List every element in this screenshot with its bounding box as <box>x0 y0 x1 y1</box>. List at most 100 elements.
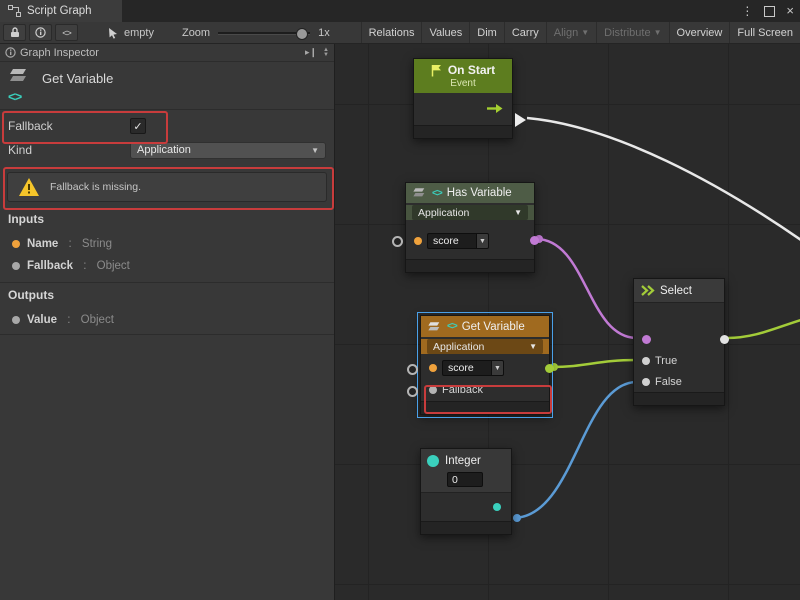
pointer-icon <box>108 27 119 39</box>
integer-value-field[interactable]: 0 <box>447 472 483 487</box>
divider <box>0 334 334 335</box>
warning-icon <box>18 177 40 197</box>
zoom-slider-knob[interactable] <box>296 28 308 40</box>
carry-button[interactable]: Carry <box>504 22 546 43</box>
name-input-port[interactable] <box>392 236 403 247</box>
port-dot-gray[interactable] <box>429 386 437 394</box>
variables-icon: <> <box>8 68 38 104</box>
node-title: On Start <box>448 63 495 77</box>
inputs-header: Inputs <box>8 212 44 226</box>
port-dot-orange[interactable] <box>429 364 437 372</box>
fallback-input-port[interactable] <box>407 386 418 397</box>
kebab-menu-icon[interactable]: ⋮ <box>741 0 753 22</box>
code-icon: <> <box>62 28 71 38</box>
false-input-port[interactable] <box>642 378 650 386</box>
false-row: False <box>634 371 724 392</box>
value-output-port[interactable] <box>545 364 554 373</box>
node-title: Integer <box>445 455 481 467</box>
check-icon: ✓ <box>133 120 142 133</box>
node-subtitle: Event <box>420 78 506 89</box>
kind-dropdown[interactable]: Application ▼ <box>130 142 326 159</box>
node-has-variable[interactable]: <> Has Variable Application ▼ score ▼ <box>405 182 535 273</box>
zoom-label: Zoom <box>182 27 210 39</box>
tab-title: Script Graph <box>27 5 92 17</box>
node-on-start[interactable]: On Start Event <box>413 58 513 139</box>
flow-output-port[interactable] <box>515 113 526 127</box>
dock-icon[interactable]: ▸❙ <box>305 47 317 58</box>
output-row-value: Value : Object <box>0 310 334 330</box>
inspector-title: Graph Inspector <box>20 47 305 59</box>
selection-label: empty <box>124 27 154 39</box>
result-output-port[interactable] <box>530 236 539 245</box>
wire-layer <box>335 44 800 600</box>
input-row-fallback: Fallback : Object <box>0 256 334 276</box>
dropdown-arrow-icon[interactable]: ▼ <box>476 233 489 249</box>
port-dot-orange[interactable] <box>414 237 422 245</box>
node-title-block: <> Get Variable <box>0 62 334 110</box>
node-integer[interactable]: Integer 0 <box>420 448 512 535</box>
select-output-port[interactable] <box>720 335 729 344</box>
wire-hasvariable-select <box>536 239 637 338</box>
true-input-port[interactable] <box>642 357 650 365</box>
graph-toolbar: <> empty Zoom 1x Relations Values Dim Ca… <box>0 22 800 44</box>
dropdown-arrow-icon: ▼ <box>514 208 522 217</box>
lock-icon <box>10 27 20 38</box>
script-graph-window: Script Graph ⋮ × <> <box>0 0 800 600</box>
wire-getvariable-select-true <box>551 360 637 367</box>
info-icon <box>35 27 46 38</box>
select-icon <box>640 284 655 297</box>
warning-text: Fallback is missing. <box>50 181 141 193</box>
info-button[interactable] <box>29 24 52 41</box>
fallback-checkbox[interactable]: ✓ <box>130 118 146 134</box>
name-row: score ▼ <box>421 357 549 379</box>
code-button[interactable]: <> <box>55 24 78 41</box>
port-dot-gray <box>12 316 20 324</box>
variable-name-field[interactable]: score ▼ <box>427 233 489 249</box>
flag-icon <box>431 64 442 77</box>
maximize-icon[interactable] <box>764 6 775 17</box>
info-icon <box>5 47 16 58</box>
input-row-name: Name : String <box>0 234 334 254</box>
node-get-variable[interactable]: <> Get Variable Application ▼ score ▼ <box>420 315 550 415</box>
variable-name-field[interactable]: score ▼ <box>442 360 504 376</box>
fallback-label: Fallback <box>8 119 53 133</box>
tab-script-graph[interactable]: Script Graph <box>0 0 122 22</box>
node-title: Get Variable <box>462 321 525 333</box>
dim-button[interactable]: Dim <box>469 22 504 43</box>
node-select[interactable]: Select True False <box>633 278 725 406</box>
overview-button[interactable]: Overview <box>669 22 730 43</box>
panel-scroll-arrows-icon[interactable]: ▲▼ <box>323 48 329 58</box>
true-row: True <box>634 350 724 371</box>
script-graph-icon <box>8 5 21 17</box>
title-bar: Script Graph ⋮ × <box>0 0 800 22</box>
selection-indicator: empty <box>108 27 154 39</box>
wire-endpoint-blue <box>513 514 521 522</box>
fullscreen-button[interactable]: Full Screen <box>729 22 800 43</box>
code-icon: <> <box>8 89 38 104</box>
kind-dropdown[interactable]: Application ▼ <box>412 205 528 220</box>
wire-select-output <box>727 320 800 338</box>
value-output-port[interactable] <box>493 503 501 511</box>
port-dot-gray <box>12 262 20 270</box>
node-footer <box>421 521 511 534</box>
graph-canvas[interactable]: On Start Event <> Has Variabl <box>335 44 800 600</box>
variables-icon <box>412 187 427 199</box>
dropdown-arrow-icon[interactable]: ▼ <box>491 360 504 376</box>
relations-button[interactable]: Relations <box>361 22 422 43</box>
zoom-slider[interactable] <box>218 26 310 40</box>
name-input-port[interactable] <box>407 364 418 375</box>
kind-dropdown[interactable]: Application ▼ <box>427 339 543 354</box>
fallback-row: Fallback <box>421 379 549 401</box>
dropdown-arrow-icon: ▼ <box>654 28 662 37</box>
toolbar-buttons: Relations Values Dim Carry Align▼ Distri… <box>361 22 800 43</box>
node-footer <box>421 401 549 414</box>
integer-icon <box>427 455 439 467</box>
inspector-header: Graph Inspector ▸❙ ▲▼ <box>0 44 334 62</box>
values-button[interactable]: Values <box>421 22 469 43</box>
code-icon: <> <box>447 321 457 332</box>
condition-input-port[interactable] <box>642 335 651 344</box>
lock-button[interactable] <box>3 24 26 41</box>
dropdown-arrow-icon: ▼ <box>581 28 589 37</box>
flow-arrow-icon <box>486 103 504 114</box>
close-icon[interactable]: × <box>786 0 794 22</box>
